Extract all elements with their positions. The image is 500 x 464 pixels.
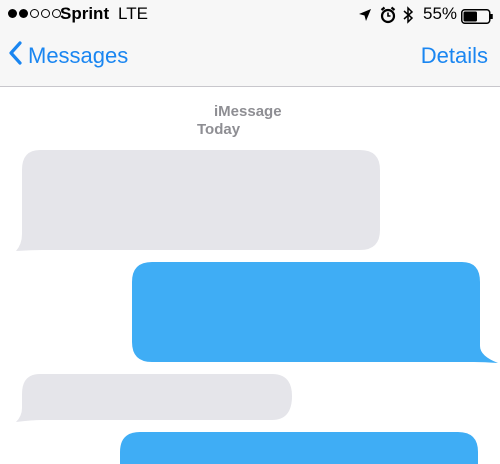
back-button-label: Messages: [28, 43, 129, 68]
message-bubble-incoming[interactable]: [14, 374, 296, 424]
top-chrome: Sprint LTE 55% Messages Details: [0, 0, 500, 87]
carrier-name: Sprint: [60, 4, 110, 23]
signal-dot: [41, 9, 50, 18]
back-button[interactable]: Messages: [8, 38, 128, 74]
details-button-label: Details: [420, 43, 488, 68]
alarm-clock-icon: [380, 6, 396, 29]
message-bubble-outgoing[interactable]: [120, 432, 482, 464]
date-label: Today: [197, 121, 241, 138]
message-bubble-incoming[interactable]: [14, 150, 384, 252]
signal-dot: [8, 9, 17, 18]
status-bar: Sprint LTE 55%: [0, 0, 500, 30]
message-bubble-outgoing[interactable]: [132, 262, 500, 364]
nav-bar: Messages Details: [0, 30, 500, 86]
signal-strength-icon: [8, 9, 61, 18]
details-button[interactable]: Details: [421, 38, 488, 74]
network-type: LTE: [118, 4, 148, 23]
battery-percent: 55%: [423, 4, 458, 23]
chevron-left-icon: [8, 41, 22, 71]
signal-dot: [30, 9, 39, 18]
location-arrow-icon: [358, 8, 372, 27]
signal-dot: [19, 9, 28, 18]
bluetooth-icon: [402, 6, 414, 29]
battery-icon: [461, 9, 495, 29]
service-label: iMessage: [214, 103, 282, 120]
